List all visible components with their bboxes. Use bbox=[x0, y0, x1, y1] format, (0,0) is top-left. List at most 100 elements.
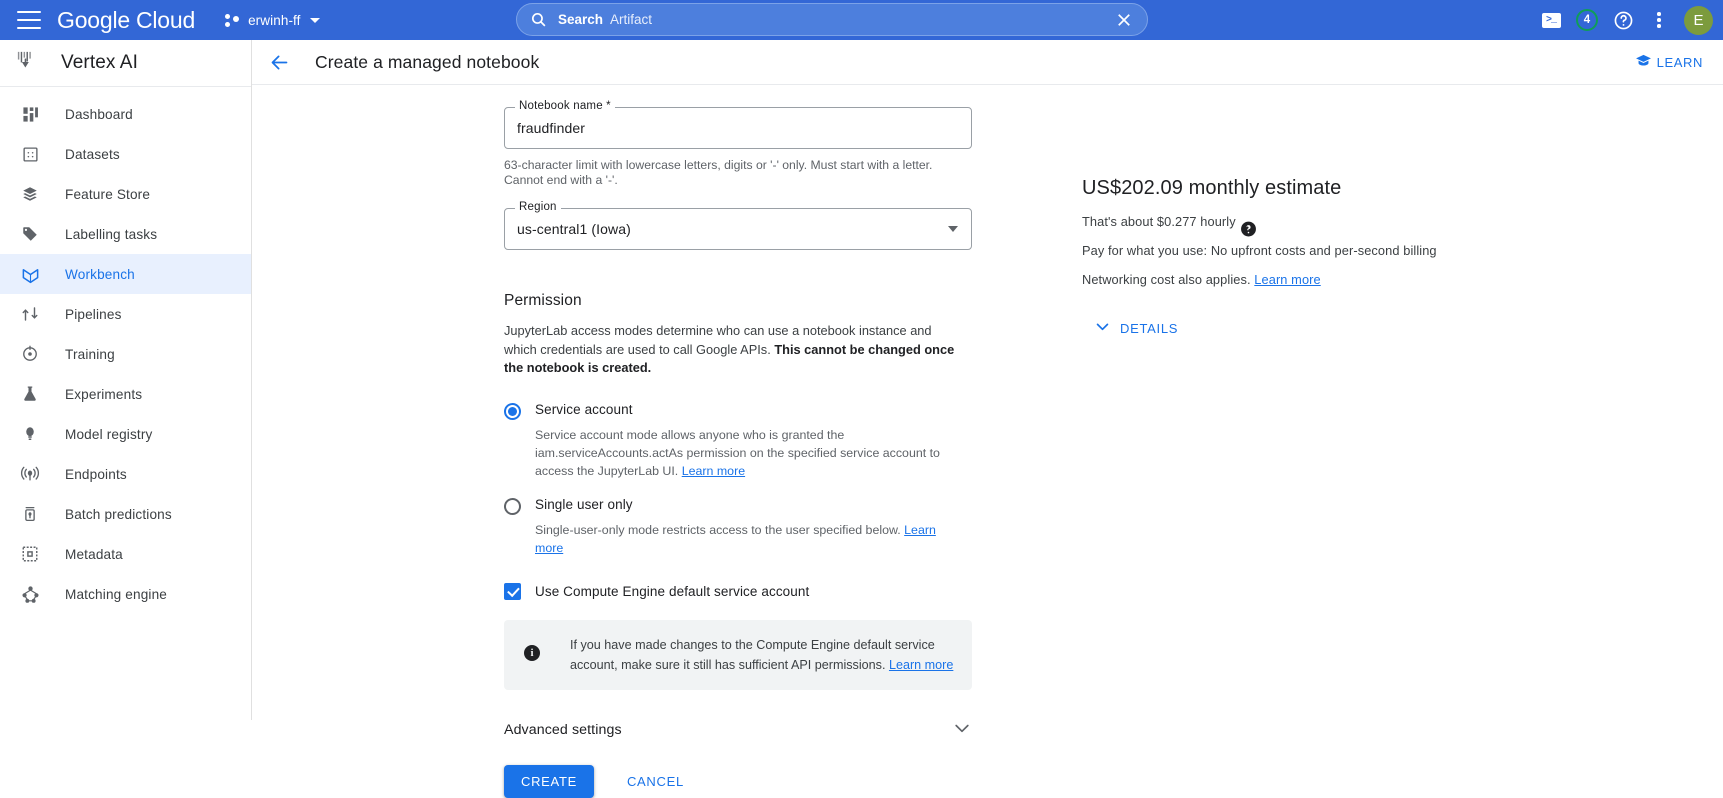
page-header: Create a managed notebook LEARN bbox=[252, 40, 1723, 85]
chevron-down-icon[interactable] bbox=[952, 718, 972, 743]
radio-option-single-user[interactable]: Single user only bbox=[504, 497, 982, 515]
sidebar-item-label: Matching engine bbox=[65, 587, 167, 602]
region-select[interactable]: Region us-central1 (Iowa) bbox=[504, 208, 972, 250]
learn-more-link[interactable]: Learn more bbox=[682, 464, 745, 478]
google-cloud-logo[interactable]: Google Cloud bbox=[57, 7, 195, 34]
vertex-ai-icon bbox=[15, 49, 38, 77]
notifications-badge: 4 bbox=[1576, 9, 1598, 31]
arrow-back-icon[interactable] bbox=[264, 47, 294, 77]
notebook-name-hint: 63-character limit with lowercase letter… bbox=[504, 158, 944, 188]
learn-label: LEARN bbox=[1657, 55, 1703, 70]
main-content: Create a managed notebook LEARN Notebook… bbox=[252, 40, 1723, 720]
notifications-button[interactable]: 4 bbox=[1570, 3, 1604, 37]
project-name: erwinh-ff bbox=[248, 13, 300, 28]
sidebar-item-metadata[interactable]: Metadata bbox=[0, 534, 243, 574]
more-vert-icon[interactable] bbox=[1642, 3, 1676, 37]
cost-estimate-title: US$202.09 monthly estimate bbox=[1082, 177, 1642, 200]
sidebar-item-label: Training bbox=[65, 347, 115, 362]
feature-store-icon bbox=[18, 182, 42, 206]
info-banner-message: If you have made changes to the Compute … bbox=[570, 638, 935, 672]
workbench-icon bbox=[18, 262, 42, 286]
chevron-down-icon bbox=[310, 18, 320, 23]
learn-button[interactable]: LEARN bbox=[1627, 46, 1711, 78]
sidebar-item-workbench[interactable]: Workbench bbox=[0, 254, 251, 294]
batch-predictions-icon bbox=[18, 502, 42, 526]
sidebar-item-labelling-tasks[interactable]: Labelling tasks bbox=[0, 214, 243, 254]
project-selector[interactable]: erwinh-ff bbox=[219, 5, 325, 35]
radio-button[interactable] bbox=[504, 498, 521, 515]
cloud-shell-terminal-icon[interactable]: >_ bbox=[1534, 3, 1568, 37]
top-bar-actions: >_ 4 E bbox=[1534, 0, 1713, 40]
page-body: Notebook name * fraudfinder 63-character… bbox=[252, 85, 1723, 110]
sidebar-item-endpoints[interactable]: Endpoints bbox=[0, 454, 243, 494]
default-service-account-checkbox-row[interactable]: Use Compute Engine default service accou… bbox=[504, 583, 982, 600]
endpoints-icon bbox=[18, 462, 42, 486]
pipelines-icon bbox=[18, 302, 42, 326]
sidebar-item-label: Feature Store bbox=[65, 187, 150, 202]
notebook-name-input[interactable]: fraudfinder bbox=[505, 120, 585, 136]
search-icon bbox=[530, 11, 547, 28]
avatar[interactable]: E bbox=[1684, 6, 1713, 35]
create-button[interactable]: CREATE bbox=[504, 765, 594, 798]
sidebar-item-experiments[interactable]: Experiments bbox=[0, 374, 243, 414]
metadata-icon bbox=[18, 542, 42, 566]
search-bar[interactable]: SearchArtifact bbox=[516, 3, 1148, 36]
datasets-icon bbox=[18, 142, 42, 166]
info-banner-text: If you have made changes to the Compute … bbox=[570, 635, 956, 675]
info-banner: i If you have made changes to the Comput… bbox=[504, 620, 972, 690]
notebook-name-field[interactable]: Notebook name * fraudfinder bbox=[504, 107, 972, 149]
help-icon[interactable] bbox=[1606, 3, 1640, 37]
hamburger-icon[interactable] bbox=[17, 11, 41, 29]
sidebar-item-pipelines[interactable]: Pipelines bbox=[0, 294, 243, 334]
details-label: DETAILS bbox=[1120, 321, 1178, 336]
training-icon bbox=[18, 342, 42, 366]
matching-engine-icon bbox=[18, 582, 42, 606]
single-user-description-text: Single-user-only mode restricts access t… bbox=[535, 523, 901, 537]
search-label: Search bbox=[558, 12, 603, 27]
info-icon: i bbox=[524, 645, 540, 661]
sidebar-item-feature-store[interactable]: Feature Store bbox=[0, 174, 243, 214]
checkbox[interactable] bbox=[504, 583, 521, 600]
details-toggle[interactable]: DETAILS bbox=[1088, 313, 1184, 343]
sidebar-item-dashboard[interactable]: Dashboard bbox=[0, 94, 243, 134]
service-account-description: Service account mode allows anyone who i… bbox=[535, 426, 955, 480]
model-registry-icon bbox=[18, 422, 42, 446]
search-input[interactable]: SearchArtifact bbox=[558, 12, 652, 27]
sidebar-item-datasets[interactable]: Datasets bbox=[0, 134, 243, 174]
sidebar: Vertex AI Dashboard bbox=[0, 40, 252, 720]
permission-description: JupyterLab access modes determine who ca… bbox=[504, 322, 962, 378]
sidebar-item-batch-predictions[interactable]: Batch predictions bbox=[0, 494, 243, 534]
sidebar-item-label: Model registry bbox=[65, 427, 152, 442]
cancel-button[interactable]: CANCEL bbox=[614, 765, 697, 798]
advanced-settings-label: Advanced settings bbox=[504, 722, 622, 738]
sidebar-item-matching-engine[interactable]: Matching engine bbox=[0, 574, 243, 614]
notebook-name-label: Notebook name * bbox=[515, 100, 615, 112]
page-title: Create a managed notebook bbox=[315, 52, 539, 73]
close-icon[interactable] bbox=[1115, 11, 1133, 29]
sidebar-item-label: Endpoints bbox=[65, 467, 127, 482]
learn-more-link[interactable]: Learn more bbox=[1254, 272, 1320, 287]
sidebar-item-training[interactable]: Training bbox=[0, 334, 243, 374]
region-value: us-central1 (Iowa) bbox=[505, 221, 631, 237]
radio-label: Service account bbox=[535, 402, 633, 417]
cost-networking-note: Networking cost also applies. Learn more bbox=[1082, 272, 1642, 287]
graduation-cap-icon bbox=[1635, 52, 1652, 72]
sidebar-item-label: Labelling tasks bbox=[65, 227, 157, 242]
chevron-down-icon bbox=[1094, 318, 1111, 338]
radio-button[interactable] bbox=[504, 403, 521, 420]
advanced-settings-toggle[interactable]: Advanced settings bbox=[504, 718, 972, 743]
checkbox-label: Use Compute Engine default service accou… bbox=[535, 584, 809, 599]
sidebar-product-header: Vertex AI bbox=[0, 40, 251, 87]
sidebar-item-model-registry[interactable]: Model registry bbox=[0, 414, 243, 454]
radio-label: Single user only bbox=[535, 497, 633, 512]
cost-estimate-panel: US$202.09 monthly estimate That's about … bbox=[1082, 177, 1642, 343]
project-icon bbox=[225, 13, 240, 28]
top-app-bar: Google Cloud erwinh-ff SearchArtifact >_… bbox=[0, 0, 1723, 40]
chevron-down-icon[interactable] bbox=[948, 226, 958, 232]
radio-option-service-account[interactable]: Service account bbox=[504, 402, 982, 420]
dashboard-icon bbox=[18, 102, 42, 126]
learn-more-link[interactable]: Learn more bbox=[889, 658, 953, 672]
sidebar-item-label: Dashboard bbox=[65, 107, 133, 122]
brand-google: Google bbox=[57, 7, 130, 34]
more-dots bbox=[1657, 12, 1661, 28]
